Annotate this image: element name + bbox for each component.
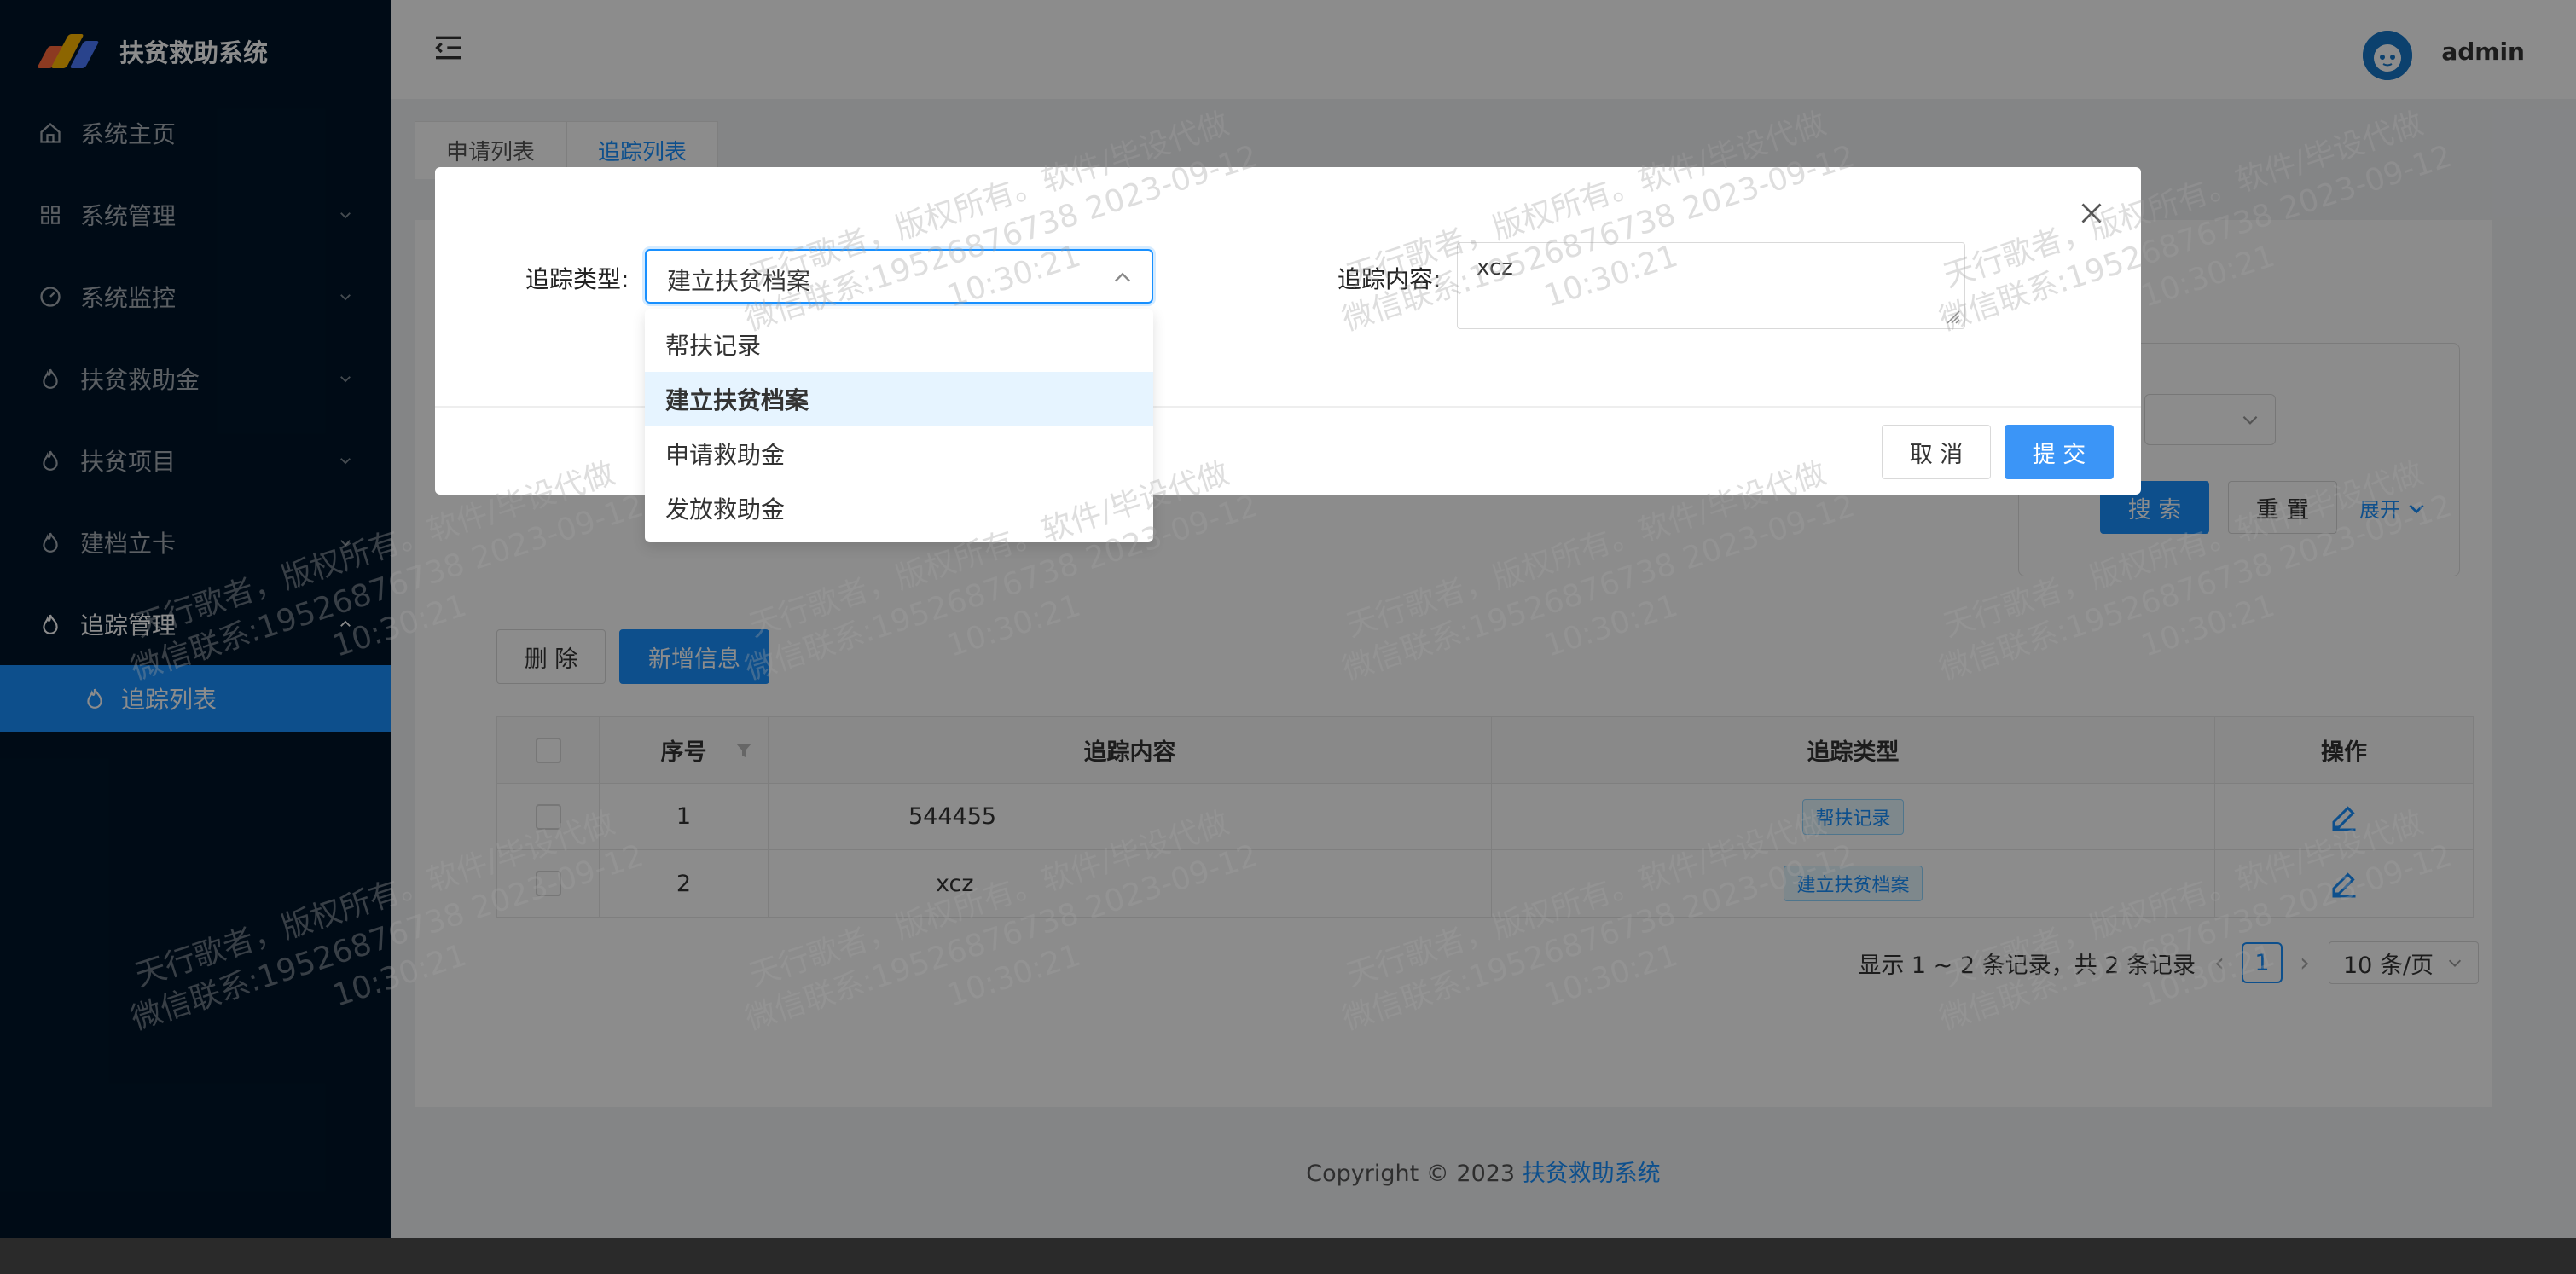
tracking-content-value: xcz (1477, 255, 1513, 281)
type-field-label: 追踪类型: (525, 265, 629, 293)
close-icon[interactable] (2076, 198, 2107, 229)
dropdown-option[interactable]: 申请救助金 (645, 426, 1153, 481)
content-field-label: 追踪内容: (1337, 265, 1442, 293)
tracking-type-dropdown: 帮扶记录 建立扶贫档案 申请救助金 发放救助金 (645, 309, 1153, 542)
tracking-type-select[interactable]: 建立扶贫档案 (645, 249, 1153, 304)
tracking-content-textarea[interactable]: xcz (1457, 242, 1965, 329)
resize-handle-icon[interactable] (1942, 306, 1961, 325)
dropdown-option[interactable]: 发放救助金 (645, 481, 1153, 536)
cancel-button[interactable]: 取 消 (1882, 425, 1991, 479)
tracking-type-value: 建立扶贫档案 (667, 267, 811, 295)
dropdown-option[interactable]: 帮扶记录 (645, 317, 1153, 372)
dropdown-option-selected[interactable]: 建立扶贫档案 (645, 372, 1153, 426)
chevron-up-icon (1115, 272, 1130, 282)
window-bottom-bar (0, 1238, 2576, 1274)
submit-button[interactable]: 提 交 (2005, 425, 2114, 479)
